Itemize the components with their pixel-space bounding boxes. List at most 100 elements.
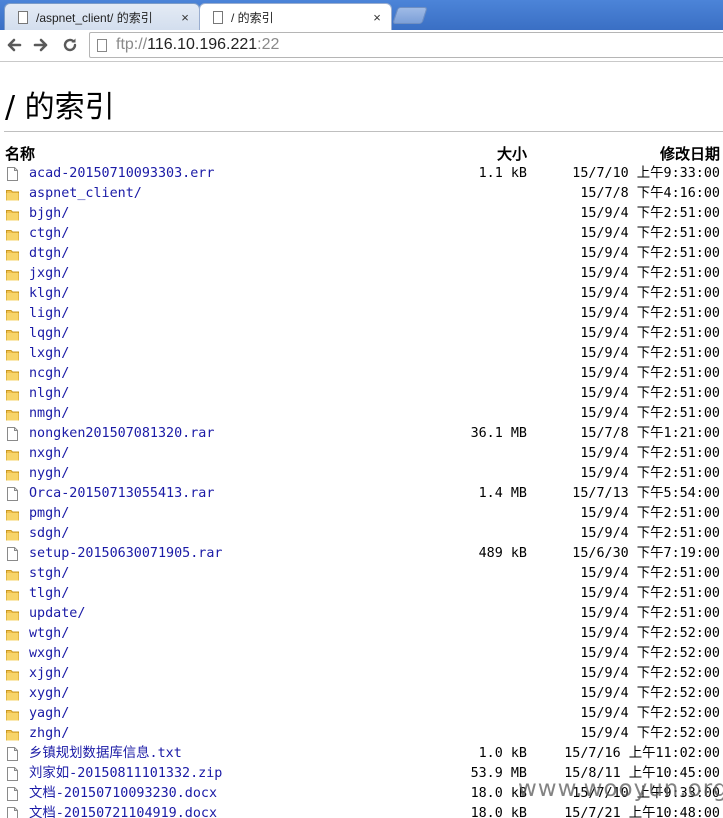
file-date: 15/7/10 上午9:33:00 xyxy=(572,166,720,181)
file-date: 15/9/4 下午2:51:00 xyxy=(580,346,720,361)
file-link[interactable]: nlgh/ xyxy=(29,384,69,404)
file-link[interactable]: acad-20150710093303.err xyxy=(29,164,214,184)
column-header-name[interactable]: 名称 xyxy=(5,143,35,164)
file-link[interactable]: klgh/ xyxy=(29,284,69,304)
file-link[interactable]: ligh/ xyxy=(29,304,69,324)
file-link[interactable]: wtgh/ xyxy=(29,624,69,644)
file-link[interactable]: nxgh/ xyxy=(29,444,69,464)
folder-icon xyxy=(6,190,19,201)
table-row: yagh/15/9/4 下午2:52:00 xyxy=(4,704,723,724)
address-url[interactable]: ftp://116.10.196.221:22 xyxy=(116,36,279,54)
table-row: xjgh/15/9/4 下午2:52:00 xyxy=(4,664,723,684)
folder-icon xyxy=(6,610,19,621)
file-date: 15/9/4 下午2:51:00 xyxy=(580,266,720,281)
file-date: 15/9/4 下午2:52:00 xyxy=(580,646,720,661)
folder-icon xyxy=(6,470,19,481)
table-row: dtgh/15/9/4 下午2:51:00 xyxy=(4,244,723,264)
file-link[interactable]: nygh/ xyxy=(29,464,69,484)
file-link[interactable]: wxgh/ xyxy=(29,644,69,664)
file-icon xyxy=(7,547,18,561)
folder-icon xyxy=(6,250,19,261)
table-row: wxgh/15/9/4 下午2:52:00 xyxy=(4,644,723,664)
reload-button[interactable] xyxy=(59,34,81,56)
file-size: 18.0 kB xyxy=(470,806,527,818)
file-link[interactable]: nongken201507081320.rar xyxy=(29,424,214,444)
table-row: zhgh/15/9/4 下午2:52:00 xyxy=(4,724,723,744)
table-row: nongken201507081320.rar 36.1 MB 15/7/8 下午1… xyxy=(4,424,723,444)
close-icon[interactable]: × xyxy=(369,10,385,25)
browser-toolbar: ftp://116.10.196.221:22 xyxy=(0,30,723,62)
close-icon[interactable]: × xyxy=(177,10,193,25)
file-link[interactable]: dtgh/ xyxy=(29,244,69,264)
folder-icon xyxy=(6,670,19,681)
file-link[interactable]: 乡镇规划数据库信息.txt xyxy=(29,744,182,764)
file-date: 15/9/4 下午2:51:00 xyxy=(580,606,720,621)
file-link[interactable]: pmgh/ xyxy=(29,504,69,524)
back-button[interactable] xyxy=(3,34,25,56)
file-link[interactable]: sdgh/ xyxy=(29,524,69,544)
file-link[interactable]: bjgh/ xyxy=(29,204,69,224)
file-listing: 名称 大小 修改日期 acad-20150710093303.err 1.1 kB… xyxy=(4,142,723,818)
file-link[interactable]: ctgh/ xyxy=(29,224,69,244)
file-link[interactable]: lxgh/ xyxy=(29,344,69,364)
file-link[interactable]: jxgh/ xyxy=(29,264,69,284)
column-header-size[interactable]: 大小 xyxy=(497,143,527,164)
folder-icon xyxy=(6,390,19,401)
folder-icon xyxy=(6,410,19,421)
file-size: 1.4 MB xyxy=(478,486,527,501)
file-link[interactable]: zhgh/ xyxy=(29,724,69,744)
tab-title: /aspnet_client/ 的索引 xyxy=(36,10,153,25)
tab-root-index[interactable]: / 的索引 × xyxy=(199,3,392,31)
table-row: ligh/15/9/4 下午2:51:00 xyxy=(4,304,723,324)
address-bar[interactable]: ftp://116.10.196.221:22 xyxy=(89,32,723,58)
file-date: 15/9/4 下午2:51:00 xyxy=(580,206,720,221)
file-icon xyxy=(7,767,18,781)
file-link[interactable]: Orca-20150713055413.rar xyxy=(29,484,214,504)
folder-icon xyxy=(6,730,19,741)
file-link[interactable]: update/ xyxy=(29,604,85,624)
new-tab-button[interactable] xyxy=(392,7,428,24)
file-date: 15/9/4 下午2:51:00 xyxy=(580,466,720,481)
divider xyxy=(4,131,723,132)
file-link[interactable]: ncgh/ xyxy=(29,364,69,384)
table-row: sdgh/15/9/4 下午2:51:00 xyxy=(4,524,723,544)
file-link[interactable]: aspnet_client/ xyxy=(29,184,142,204)
file-date: 15/9/4 下午2:51:00 xyxy=(580,506,720,521)
file-link[interactable]: yagh/ xyxy=(29,704,69,724)
page-icon xyxy=(18,10,28,24)
tab-aspnet-client[interactable]: /aspnet_client/ 的索引 × xyxy=(4,3,200,30)
table-row: setup-20150630071905.rar 489 kB 15/6/30 下午… xyxy=(4,544,723,564)
file-link[interactable]: 文档-20150721104919.docx xyxy=(29,804,217,818)
table-row: ncgh/15/9/4 下午2:51:00 xyxy=(4,364,723,384)
url-scheme: ftp:// xyxy=(116,36,148,53)
column-header-date[interactable]: 修改日期 xyxy=(660,143,720,164)
table-row: pmgh/15/9/4 下午2:51:00 xyxy=(4,504,723,524)
table-row: wtgh/15/9/4 下午2:52:00 xyxy=(4,624,723,644)
file-link[interactable]: nmgh/ xyxy=(29,404,69,424)
file-link[interactable]: xygh/ xyxy=(29,684,69,704)
file-link[interactable]: stgh/ xyxy=(29,564,69,584)
folder-icon xyxy=(6,230,19,241)
file-date: 15/9/4 下午2:51:00 xyxy=(580,386,720,401)
file-link[interactable]: setup-20150630071905.rar xyxy=(29,544,222,564)
file-date: 15/9/4 下午2:52:00 xyxy=(580,686,720,701)
table-row: tlgh/15/9/4 下午2:51:00 xyxy=(4,584,723,604)
file-date: 15/9/4 下午2:51:00 xyxy=(580,246,720,261)
table-row: Orca-20150713055413.rar 1.4 MB 15/7/13 下午5… xyxy=(4,484,723,504)
file-link[interactable]: xjgh/ xyxy=(29,664,69,684)
forward-button[interactable] xyxy=(30,34,52,56)
file-date: 15/9/4 下午2:52:00 xyxy=(580,626,720,641)
file-date: 15/9/4 下午2:51:00 xyxy=(580,286,720,301)
tab-title: / 的索引 xyxy=(231,11,274,25)
file-link[interactable]: 刘家如-20150811101332.zip xyxy=(29,764,222,784)
file-link[interactable]: tlgh/ xyxy=(29,584,69,604)
table-row: nlgh/15/9/4 下午2:51:00 xyxy=(4,384,723,404)
file-icon xyxy=(7,427,18,441)
file-link[interactable]: lqgh/ xyxy=(29,324,69,344)
table-row: nygh/15/9/4 下午2:51:00 xyxy=(4,464,723,484)
file-date: 15/9/4 下午2:51:00 xyxy=(580,446,720,461)
folder-icon xyxy=(6,210,19,221)
folder-icon xyxy=(6,530,19,541)
file-rows: acad-20150710093303.err 1.1 kB 15/7/10 上午9… xyxy=(4,164,723,818)
file-link[interactable]: 文档-20150710093230.docx xyxy=(29,784,217,804)
